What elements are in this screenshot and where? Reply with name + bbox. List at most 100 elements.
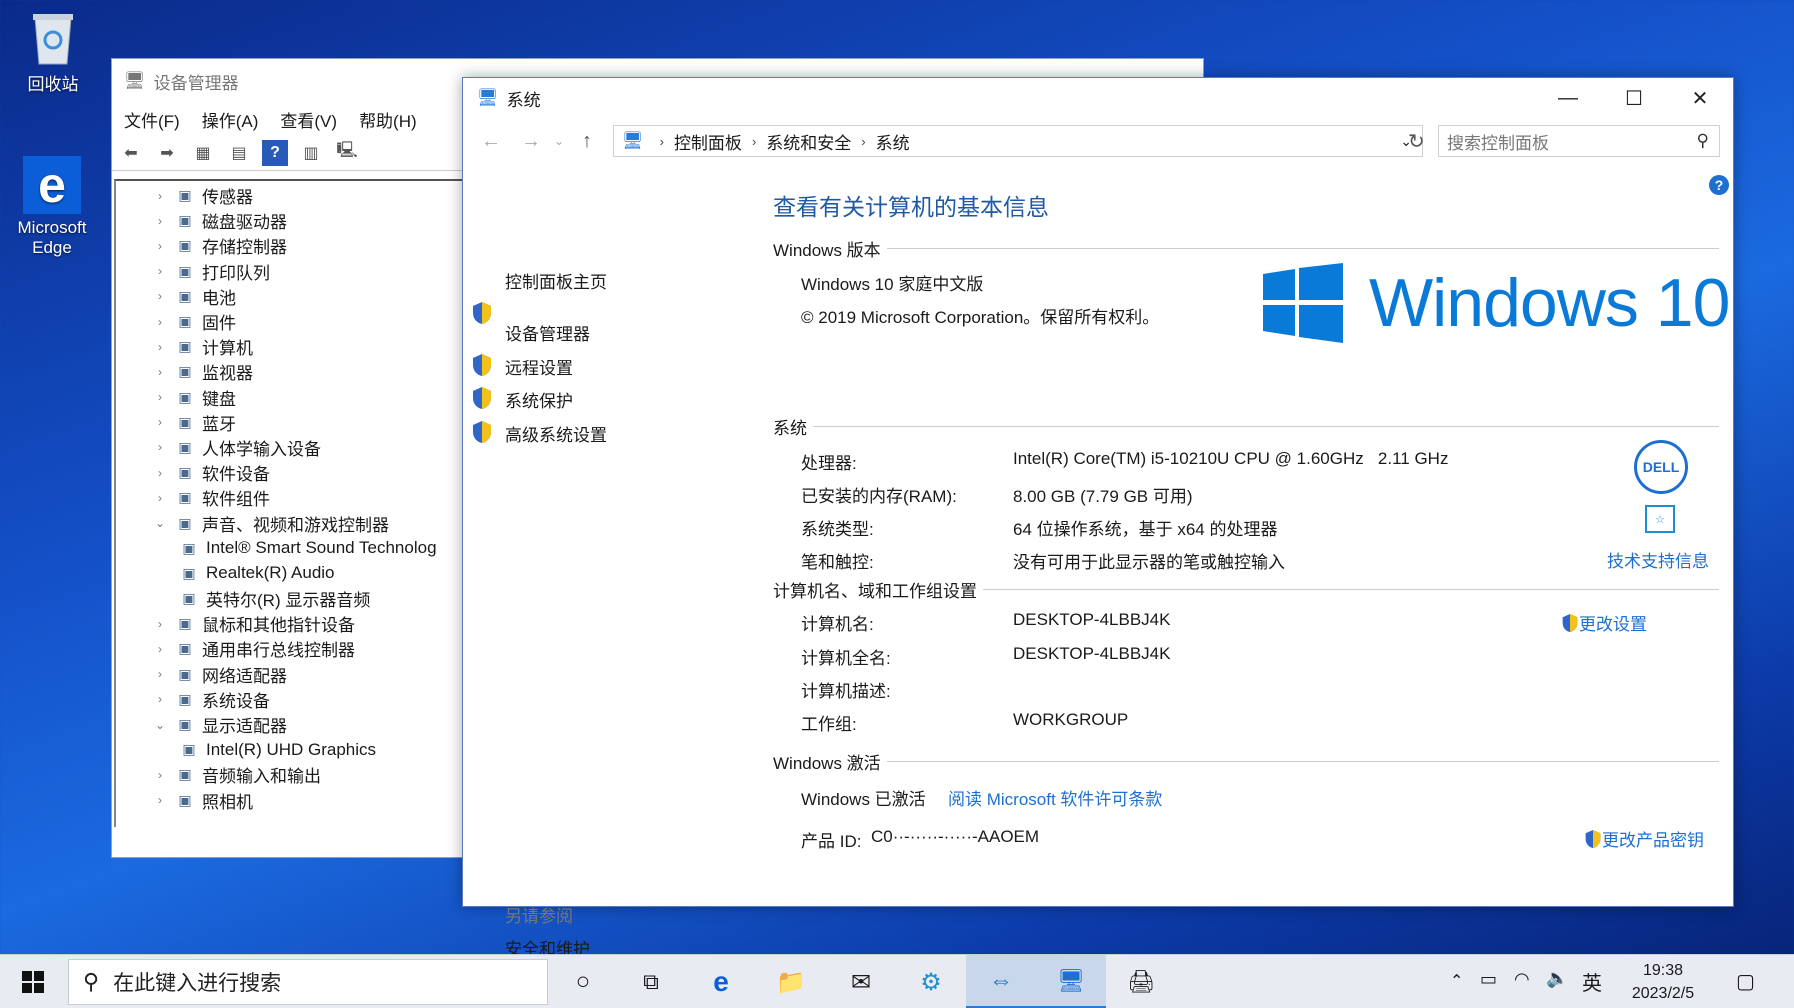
ime-indicator[interactable]: 英	[1582, 967, 1602, 996]
chevron-down-icon[interactable]: ⌄	[152, 718, 168, 732]
file-explorer-icon[interactable]: 📁	[756, 955, 826, 1008]
edge-desktop-icon[interactable]: e Microsoft Edge	[7, 156, 97, 258]
tree-category-item[interactable]: › ▣ 固件	[116, 309, 464, 334]
control-panel-home-link[interactable]: 控制面板主页	[505, 268, 607, 293]
tree-child-item[interactable]: ▣ Intel(R) UHD Graphics	[116, 737, 464, 762]
chevron-right-icon[interactable]: ›	[152, 390, 168, 404]
breadcrumb-control-panel[interactable]: 控制面板	[674, 129, 742, 154]
tree-category-item[interactable]: ⌄ ▣ 声音、视频和游戏控制器	[116, 510, 464, 535]
menu-view[interactable]: 查看(V)	[280, 107, 337, 132]
minimize-icon[interactable]: —	[1535, 78, 1601, 118]
recycle-bin-icon[interactable]: 回收站	[8, 8, 98, 95]
menu-action[interactable]: 操作(A)	[202, 107, 259, 132]
chevron-right-icon[interactable]: ›	[152, 214, 168, 228]
chevron-right-icon[interactable]: ›	[152, 642, 168, 656]
view-icon[interactable]: ▥	[298, 140, 324, 166]
tree-child-item[interactable]: ▣ Intel® Smart Sound Technolog	[116, 536, 464, 561]
address-bar[interactable]: 🖥 › 控制面板 › 系统和安全 › 系统 ⌄	[613, 125, 1423, 157]
edge-taskbar-icon[interactable]: e	[686, 955, 756, 1008]
license-terms-link[interactable]: 阅读 Microsoft 软件许可条款	[948, 785, 1162, 810]
menu-help[interactable]: 帮助(H)	[359, 107, 417, 132]
refresh-icon[interactable]: ↻	[1408, 129, 1425, 154]
tree-category-item[interactable]: › ▣ 鼠标和其他指针设备	[116, 611, 464, 636]
chevron-right-icon[interactable]: ›	[152, 440, 168, 454]
details-icon[interactable]: ▤	[226, 140, 252, 166]
help-icon[interactable]: ?	[262, 139, 288, 166]
search-input[interactable]: 搜索控制面板 ⚲	[1438, 125, 1720, 157]
clock[interactable]: 19:38 2023/2/5	[1620, 959, 1706, 1005]
close-icon[interactable]: ✕	[1667, 78, 1733, 118]
nav-back-icon[interactable]: ←	[471, 130, 511, 153]
tree-category-item[interactable]: › ▣ 软件组件	[116, 485, 464, 510]
chevron-right-icon[interactable]: ›	[152, 189, 168, 203]
tree-category-item[interactable]: › ▣ 传感器	[116, 183, 464, 208]
device-manager-taskbar-icon[interactable]: 🖨	[1106, 955, 1176, 1008]
device-manager-link[interactable]: 设备管理器	[505, 320, 590, 345]
tree-category-item[interactable]: › ▣ 软件设备	[116, 460, 464, 485]
tree-category-item[interactable]: › ▣ 系统设备	[116, 687, 464, 712]
chevron-right-icon[interactable]: ›	[152, 239, 168, 253]
tree-category-item[interactable]: › ▣ 电池	[116, 284, 464, 309]
advanced-settings-link[interactable]: 高级系统设置	[505, 421, 607, 446]
chevron-right-icon[interactable]: ›	[152, 491, 168, 505]
chevron-right-icon[interactable]: ›	[152, 315, 168, 329]
volume-icon[interactable]: 🔈	[1546, 968, 1568, 989]
tree-category-item[interactable]: › ▣ 打印队列	[116, 259, 464, 284]
show-hidden-icons[interactable]: ⌃	[1450, 971, 1463, 991]
change-key-button[interactable]: 更改产品密钥	[1584, 826, 1704, 851]
properties-icon[interactable]: ▦	[190, 140, 216, 166]
tree-category-item[interactable]: › ▣ 网络适配器	[116, 662, 464, 687]
chevron-right-icon[interactable]: ›	[152, 415, 168, 429]
chevron-down-icon[interactable]: ⌄	[152, 516, 168, 530]
tool-app-icon[interactable]: ⚙	[896, 955, 966, 1008]
chevron-right-icon[interactable]: ›	[152, 365, 168, 379]
breadcrumb-security[interactable]: 系统和安全	[766, 129, 851, 154]
tree-child-item[interactable]: ▣ Realtek(R) Audio	[116, 561, 464, 586]
nav-forward-icon[interactable]: →	[511, 130, 551, 153]
forward-arrow-icon[interactable]: ➡	[154, 140, 180, 166]
chevron-right-icon[interactable]: ›	[152, 768, 168, 782]
support-info-link[interactable]: 技术支持信息	[1607, 547, 1709, 572]
tree-category-item[interactable]: ⌄ ▣ 显示适配器	[116, 712, 464, 737]
chevron-right-icon[interactable]: ›	[152, 466, 168, 480]
chevron-right-icon[interactable]: ›	[152, 793, 168, 807]
monitor-icon[interactable]: 🖳	[334, 140, 360, 166]
task-view-icon[interactable]: ⧉	[616, 955, 686, 1008]
maximize-icon[interactable]: ☐	[1601, 78, 1667, 118]
tree-category-item[interactable]: › ▣ 磁盘驱动器	[116, 208, 464, 233]
tree-category-item[interactable]: › ▣ 人体学输入设备	[116, 435, 464, 460]
system-window[interactable]: 🖥 系统 — ☐ ✕ ← → ⌄ ↑ 🖥 › 控制面板 › 系统和安全 › 系统…	[462, 77, 1734, 959]
teamviewer-icon[interactable]: ⇔	[966, 955, 1036, 1008]
chevron-right-icon[interactable]: ›	[152, 692, 168, 706]
menu-file[interactable]: 文件(F)	[124, 107, 180, 132]
tree-category-item[interactable]: › ▣ 音频输入和输出	[116, 762, 464, 787]
breadcrumb-system[interactable]: 系统	[876, 129, 910, 154]
system-protection-link[interactable]: 系统保护	[505, 387, 573, 412]
nav-up-icon[interactable]: ↑	[567, 130, 607, 153]
chevron-right-icon[interactable]: ›	[152, 617, 168, 631]
notification-icon[interactable]: ▢	[1736, 969, 1755, 994]
tree-category-item[interactable]: › ▣ 照相机	[116, 788, 464, 813]
chevron-right-icon[interactable]: ›	[152, 340, 168, 354]
change-settings-button[interactable]: 更改设置	[1561, 610, 1647, 635]
tree-category-item[interactable]: › ▣ 监视器	[116, 359, 464, 384]
tree-category-item[interactable]: › ▣ 计算机	[116, 334, 464, 359]
cortana-icon[interactable]: ○	[548, 955, 618, 1008]
nav-recent-icon[interactable]: ⌄	[551, 134, 567, 148]
tree-category-item[interactable]: › ▣ 通用串行总线控制器	[116, 636, 464, 661]
mail-icon[interactable]: ✉	[826, 955, 896, 1008]
taskbar-search-input[interactable]: ⚲ 在此键入进行搜索	[68, 959, 548, 1005]
start-button[interactable]	[0, 955, 66, 1008]
chevron-right-icon[interactable]: ›	[152, 667, 168, 681]
tree-child-item[interactable]: ▣ 英特尔(R) 显示器音频	[116, 586, 464, 611]
wifi-icon[interactable]: ◠	[1514, 969, 1530, 990]
chevron-right-icon[interactable]: ›	[152, 264, 168, 278]
remote-settings-link[interactable]: 远程设置	[505, 354, 573, 379]
tree-category-item[interactable]: › ▣ 蓝牙	[116, 410, 464, 435]
tree-category-item[interactable]: › ▣ 键盘	[116, 385, 464, 410]
back-arrow-icon[interactable]: ⬅	[118, 140, 144, 166]
battery-icon[interactable]: ▭	[1480, 969, 1497, 990]
system-taskbar-icon[interactable]: 🖥	[1036, 955, 1106, 1008]
tree-category-item[interactable]: › ▣ 存储控制器	[116, 233, 464, 258]
chevron-right-icon[interactable]: ›	[152, 289, 168, 303]
